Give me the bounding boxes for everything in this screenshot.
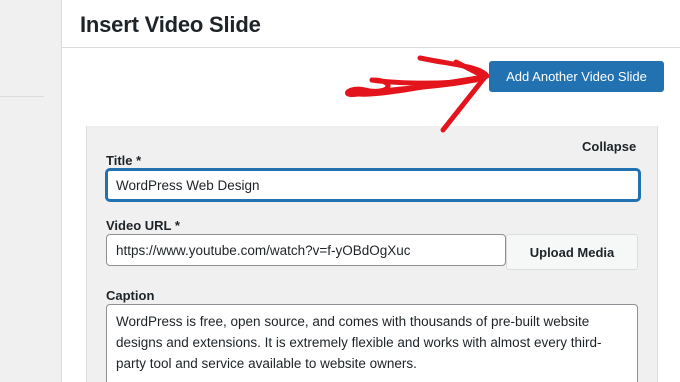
title-label: Title * xyxy=(106,153,142,168)
collapse-link[interactable]: Collapse xyxy=(582,139,636,154)
video-url-label: Video URL * xyxy=(106,218,180,233)
caption-label: Caption xyxy=(106,288,155,303)
sidebar-divider xyxy=(0,96,44,97)
add-another-video-slide-button[interactable]: Add Another Video Slide xyxy=(489,61,664,92)
upload-media-button[interactable]: Upload Media xyxy=(506,234,638,270)
panel-toolbar: Add Another Video Slide xyxy=(62,48,680,126)
title-field-value: WordPress Web Design xyxy=(116,177,260,193)
video-url-field-value: https://www.youtube.com/watch?v=f-yOBdOg… xyxy=(116,242,411,258)
insert-video-slide-panel: Insert Video Slide Add Another Video Sli… xyxy=(62,0,680,382)
panel-header: Insert Video Slide xyxy=(62,0,680,48)
page-title: Insert Video Slide xyxy=(80,12,261,37)
caption-text: WordPress is free, open source, and come… xyxy=(116,314,602,371)
left-sidebar xyxy=(0,0,62,382)
video-url-field[interactable]: https://www.youtube.com/watch?v=f-yOBdOg… xyxy=(106,234,506,266)
title-field[interactable]: WordPress Web Design xyxy=(106,169,640,201)
caption-textarea[interactable]: WordPress is free, open source, and come… xyxy=(106,304,638,382)
